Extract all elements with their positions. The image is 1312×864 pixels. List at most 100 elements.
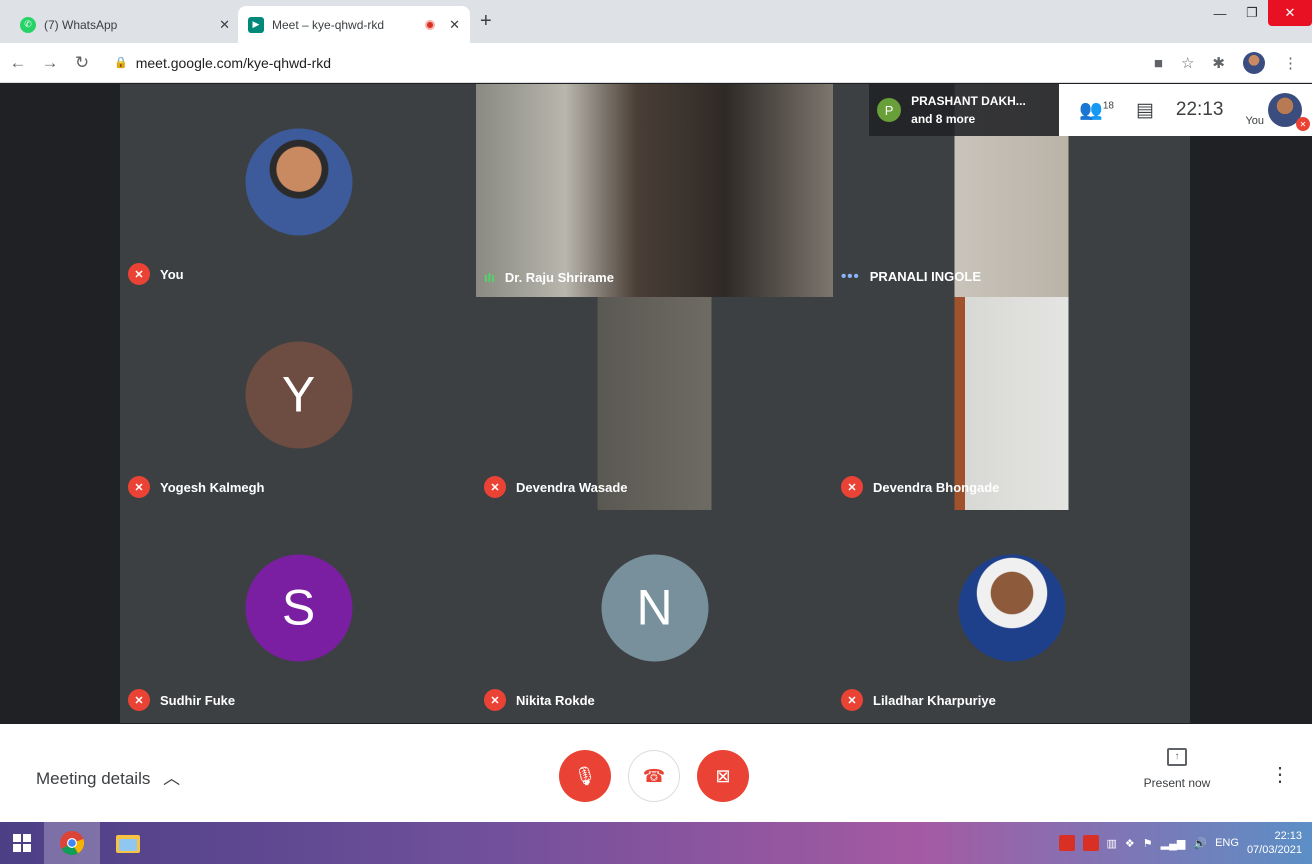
participant-tile[interactable]: Y ✕ Devendra Wasade Yogesh Kalmegh [120,297,477,510]
meeting-details-button[interactable]: Meeting details ︿ [36,764,180,789]
meet-icon: ▶ [248,16,264,33]
participant-name: Yogesh Kalmegh [160,479,265,495]
windows-icon [13,834,31,852]
volume-icon[interactable]: 🔊 [1193,837,1207,850]
participant-tile[interactable]: ✕ Devendra Bhongade [833,297,1190,510]
more-participants-label: and 8 more [911,112,976,126]
participant-name: PRANALI INGOLE [869,269,981,284]
meeting-controls: Meeting details ︿ 🎙 ☎ ⊠ ↑ Present now ⋮ [0,724,1312,822]
chat-icon[interactable]: ▤ [1136,99,1154,122]
window-controls: — ❐ ✕ [1204,0,1312,26]
taskbar-file-explorer[interactable] [100,822,156,864]
browser-toolbar: ← → ↻ 🔒 meet.google.com/kye-qhwd-rkd ■ ☆… [0,43,1312,83]
participant-name: Sudhir Fuke [160,692,236,708]
participant-name: Dr. Raju Shrirame [504,270,614,285]
participant-count: 18 [1102,100,1114,112]
participant-name: Devendra Bhongade [873,479,1000,495]
clock-time: 22:13 [1274,830,1302,842]
folder-icon [116,835,140,853]
mic-off-icon: ✕ [484,689,506,711]
present-now-button[interactable]: ↑ Present now [1140,748,1214,790]
present-icon: ↑ [1167,748,1187,766]
meeting-time: 22:13 [1175,99,1224,120]
participant-tile[interactable]: ✕ Liladhar Kharpuriye [833,510,1190,723]
reload-icon[interactable]: ↻ [68,53,96,73]
system-tray: ▥ ❖ ⚑ ▂▄▆ 🔊 ENG 22:13 07/03/2021 [1058,822,1302,864]
participant-name: PRASHANT DAKH... [911,94,1026,108]
avatar: ✕ [1268,93,1310,131]
camera-toggle-button[interactable]: ⊠ [697,750,749,802]
search-icon[interactable] [1058,835,1075,851]
network-icon[interactable]: ▥ [1107,837,1117,850]
participant-tile[interactable]: N ✕ Nikita Rokde [476,510,833,723]
camera-icon[interactable]: ■ [1154,55,1163,72]
taskbar-clock[interactable]: 22:13 07/03/2021 [1247,829,1302,857]
participant-tile[interactable]: S ✕ Sudhir Fuke [120,510,477,723]
people-button[interactable]: 👥18 [1079,98,1114,122]
language-indicator[interactable]: ENG [1215,837,1239,849]
meeting-details-label: Meeting details [36,769,151,788]
other-participants-chip[interactable]: P PRASHANT DAKH... and 8 more [869,84,1060,136]
lock-icon[interactable]: 🔒 [114,56,128,69]
forward-icon[interactable]: → [36,53,64,73]
search-icon[interactable] [1082,835,1099,851]
participant-tile[interactable]: ✕ Devendra Wasade [476,297,833,510]
tab-title: (7) WhatsApp [44,17,118,32]
avatar [245,128,352,236]
menu-icon[interactable]: ⋮ [1283,54,1298,72]
mic-off-icon: ✕ [841,476,863,498]
toolbar-actions: ■ ☆ ✱ ⋮ [1154,43,1298,83]
mic-off-icon: 🎙 [573,765,597,786]
whatsapp-icon: ✆ [20,16,36,33]
participant-name: Nikita Rokde [516,692,595,708]
clock-date: 07/03/2021 [1246,844,1302,856]
avatar: S [245,554,352,662]
mic-off-icon: ✕ [1296,117,1310,131]
back-icon[interactable]: ← [4,53,32,73]
speaking-icon: ıIı [484,270,495,285]
avatar: Y [245,341,352,449]
mic-off-icon: ✕ [841,689,863,711]
connecting-icon: ••• [841,268,860,285]
app-tray-icon[interactable]: ❖ [1125,837,1135,850]
participant-tile[interactable]: ıIı Dr. Raju Shrirame [476,84,833,297]
windows-taskbar: ▥ ❖ ⚑ ▂▄▆ 🔊 ENG 22:13 07/03/2021 [0,822,1312,864]
more-options-icon[interactable]: ⋮ [1270,762,1290,787]
self-view[interactable]: You ✕ [1245,93,1310,131]
avatar: P [877,98,902,122]
present-now-label: Present now [1143,776,1211,790]
tab-meet[interactable]: ▶ Meet – kye-qhwd-rkd ✕ [238,6,470,43]
taskbar-chrome[interactable] [44,822,100,864]
chrome-icon [60,831,85,856]
microphone-toggle-button[interactable]: 🎙 [559,750,611,802]
info-bar: 👥18 ▤ 22:13 You ✕ [1059,84,1312,136]
participant-name: You [160,266,184,282]
participant-name: Devendra Wasade [516,479,628,495]
new-tab-button[interactable]: + [480,10,492,33]
avatar: N [601,554,708,662]
avatar [958,554,1065,662]
meeting-info-overlay: P PRASHANT DAKH... and 8 more 👥18 ▤ 22:1… [869,84,1312,136]
chevron-up-icon: ︿ [163,769,181,788]
hang-up-icon: ☎ [642,765,666,786]
restore-button[interactable]: ❐ [1236,0,1268,26]
close-tab-icon[interactable]: ✕ [449,17,460,33]
minimize-button[interactable]: — [1204,0,1236,26]
camera-off-icon: ⊠ [715,765,731,786]
browser-tab-strip: ✆ (7) WhatsApp ✕ ▶ Meet – kye-qhwd-rkd ✕… [0,0,1312,43]
tab-whatsapp[interactable]: ✆ (7) WhatsApp ✕ [10,6,240,43]
participant-tile[interactable]: ✕ You [120,84,477,297]
start-button[interactable] [0,822,44,864]
recording-icon [425,19,436,30]
flag-icon[interactable]: ⚑ [1143,837,1153,850]
profile-avatar[interactable] [1243,52,1265,74]
close-tab-icon[interactable]: ✕ [219,17,230,33]
you-label: You [1245,115,1264,127]
signal-icon[interactable]: ▂▄▆ [1161,837,1186,850]
close-window-button[interactable]: ✕ [1268,0,1312,26]
address-bar[interactable]: meet.google.com/kye-qhwd-rkd [136,55,331,71]
leave-call-button[interactable]: ☎ [628,750,680,802]
extensions-icon[interactable]: ✱ [1212,54,1225,72]
mic-off-icon: ✕ [128,263,150,285]
star-icon[interactable]: ☆ [1181,54,1194,72]
